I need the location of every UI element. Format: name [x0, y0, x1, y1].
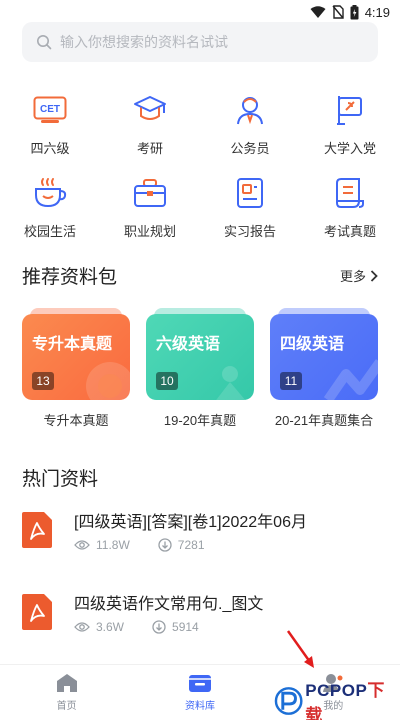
cet-icon-text: CET — [40, 104, 60, 115]
pack-item[interactable]: 四级英语 11 20-21年真题集合 — [270, 308, 378, 429]
wifi-icon — [310, 5, 326, 18]
category-label: 大学入党 — [323, 141, 376, 156]
category-label: 考研 — [136, 141, 163, 156]
watermark-text: PCPOP下载 — [305, 676, 400, 720]
category-career[interactable]: 职业规划 — [100, 175, 200, 240]
library-icon — [188, 675, 211, 692]
pack-count-badge: 10 — [156, 372, 178, 390]
pack-list: 专升本真题 13 专升本真题 六级英语 10 19-20年真题 四级英语 11 … — [22, 308, 378, 429]
category-exam-papers[interactable]: 考试真题 — [300, 175, 400, 240]
pack-caption: 专升本真题 — [43, 413, 109, 428]
search-placeholder: 输入你想搜索的资料名试试 — [60, 34, 228, 50]
chevron-right-icon — [370, 269, 378, 282]
category-label: 四六级 — [30, 141, 70, 156]
nav-library[interactable]: 资料库 — [133, 665, 266, 720]
pack-title: 专升本真题 — [32, 336, 113, 353]
pack-caption: 19-20年真题 — [163, 413, 237, 428]
party-flag-icon — [337, 96, 362, 125]
cet-icon: CET — [33, 96, 67, 123]
pack-decoration-icon — [324, 359, 378, 400]
downloads-count: 5914 — [172, 620, 199, 634]
more-link[interactable]: 更多 — [340, 266, 378, 285]
category-internship[interactable]: 实习报告 — [200, 175, 300, 240]
eye-icon — [74, 622, 90, 632]
category-party[interactable]: 大学入党 — [300, 92, 400, 157]
hot-item-title: [四级英语][答案][卷1]2022年06月 — [74, 514, 307, 531]
pack-item[interactable]: 专升本真题 13 专升本真题 — [22, 308, 130, 429]
category-label: 考试真题 — [323, 224, 376, 239]
category-label: 实习报告 — [223, 224, 276, 239]
civil-servant-icon — [237, 97, 263, 125]
pack-count-badge: 11 — [280, 372, 302, 390]
category-label: 校园生活 — [23, 224, 76, 239]
id-card-icon — [237, 178, 263, 208]
recommend-title: 推荐资料包 — [22, 267, 118, 288]
pdf-file-icon — [22, 512, 52, 548]
hot-item-title: 四级英语作文常用句._图文 — [74, 596, 264, 613]
category-label: 公务员 — [230, 141, 270, 156]
no-sim-icon — [332, 5, 344, 19]
category-label: 职业规划 — [123, 224, 176, 239]
pdf-file-icon — [22, 594, 52, 630]
downloads-stat: 7281 — [158, 538, 205, 552]
views-count: 3.6W — [96, 620, 125, 634]
pack-card[interactable]: 专升本真题 13 — [22, 308, 130, 400]
category-kaoyan[interactable]: 考研 — [100, 92, 200, 157]
downloads-count: 7281 — [177, 538, 205, 552]
views-count: 11.8W — [96, 538, 130, 552]
eye-icon — [74, 540, 90, 550]
nav-home[interactable]: 首页 — [0, 665, 133, 720]
cup-icon — [35, 178, 67, 208]
more-label: 更多 — [339, 269, 366, 284]
hot-item-meta: 11.8W 7281 — [74, 538, 205, 552]
category-grid: CET 四六级 考研 公务员 大学入党 校园生活 职业规划 实习报告 考试真题 — [0, 92, 400, 240]
hot-title: 热门资料 — [22, 469, 99, 490]
search-input[interactable]: 输入你想搜索的资料名试试 — [22, 22, 378, 62]
status-time: 4:19 — [364, 4, 390, 20]
graduation-cap-icon — [134, 96, 166, 120]
pcpop-watermark: PCPOP下载 — [274, 676, 400, 720]
search-icon — [37, 35, 52, 50]
hot-list-item[interactable]: [四级英语][答案][卷1]2022年06月 11.8W 7281 — [22, 508, 378, 568]
pack-decoration-icon — [216, 366, 246, 400]
pack-caption: 20-21年真题集合 — [274, 413, 374, 428]
nav-label: 首页 — [56, 701, 77, 712]
category-cet[interactable]: CET 四六级 — [0, 92, 100, 157]
status-bar: 4:19 — [0, 0, 400, 24]
briefcase-icon — [134, 179, 166, 207]
pcpop-logo-icon — [274, 687, 303, 715]
download-icon — [158, 538, 172, 552]
pack-card[interactable]: 六级英语 10 — [146, 308, 254, 400]
category-campus-life[interactable]: 校园生活 — [0, 175, 100, 240]
pack-decoration-icon — [86, 362, 130, 400]
views-stat: 3.6W — [74, 620, 124, 634]
annotation-arrow-icon — [286, 630, 314, 668]
pack-title: 四级英语 — [280, 336, 345, 353]
hot-list-item[interactable]: 四级英语作文常用句._图文 3.6W 5914 — [22, 590, 378, 650]
nav-label: 资料库 — [184, 701, 215, 712]
downloads-stat: 5914 — [152, 620, 199, 634]
pack-item[interactable]: 六级英语 10 19-20年真题 — [146, 308, 254, 429]
download-icon — [152, 620, 166, 634]
category-civil-servant[interactable]: 公务员 — [200, 92, 300, 157]
pack-card[interactable]: 四级英语 11 — [270, 308, 378, 400]
watermark-brand: PCPOP — [305, 681, 368, 700]
pack-title: 六级英语 — [156, 336, 221, 353]
pack-count-badge: 13 — [32, 372, 54, 390]
exam-paper-icon — [336, 178, 364, 208]
views-stat: 11.8W — [74, 538, 130, 552]
home-icon — [56, 674, 77, 692]
battery-icon — [350, 4, 359, 19]
hot-item-meta: 3.6W 5914 — [74, 620, 199, 634]
